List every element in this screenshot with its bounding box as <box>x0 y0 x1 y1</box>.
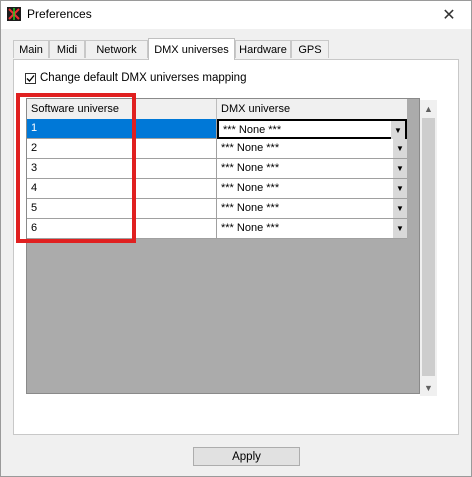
chevron-down-icon[interactable]: ▼ <box>393 139 407 158</box>
dmx-universe-combo[interactable]: *** None *** ▼ <box>217 119 407 140</box>
mapping-checkbox-label: Change default DMX universes mapping <box>40 72 247 84</box>
app-icon <box>7 7 21 21</box>
dmx-universe-combo[interactable]: *** None *** ▼ <box>217 139 407 159</box>
table-row[interactable]: 1 *** None *** ▼ <box>27 119 407 140</box>
title-bar: Preferences ✕ <box>1 1 471 29</box>
table-row[interactable]: 4 *** None *** ▼ <box>27 179 407 199</box>
software-universe-cell[interactable]: 5 <box>27 199 217 219</box>
universe-grid: Software universe DMX universe 1 *** Non… <box>26 98 420 394</box>
scroll-down-icon[interactable]: ▼ <box>420 379 437 396</box>
table-row[interactable]: 3 *** None *** ▼ <box>27 159 407 179</box>
dmx-universe-value: *** None *** <box>221 222 280 234</box>
chevron-down-icon[interactable]: ▼ <box>393 219 407 238</box>
dmx-universe-value: *** None *** <box>221 182 280 194</box>
preferences-window: Preferences ✕ Main Midi Network DMX univ… <box>0 0 472 477</box>
software-universe-cell[interactable]: 3 <box>27 159 217 179</box>
dmx-universe-combo[interactable]: *** None *** ▼ <box>217 159 407 179</box>
dmx-universe-combo[interactable]: *** None *** ▼ <box>217 199 407 219</box>
dmx-universe-combo[interactable]: *** None *** ▼ <box>217 219 407 239</box>
tab-hardware[interactable]: Hardware <box>235 40 291 58</box>
software-universe-cell[interactable]: 1 <box>27 119 217 139</box>
scroll-thumb[interactable] <box>422 118 435 376</box>
tab-midi[interactable]: Midi <box>49 40 85 58</box>
tab-gps[interactable]: GPS <box>291 40 329 58</box>
table-row[interactable]: 6 *** None *** ▼ <box>27 219 407 239</box>
chevron-down-icon[interactable]: ▼ <box>393 159 407 178</box>
dmx-universe-value: *** None *** <box>221 202 280 214</box>
software-universe-cell[interactable]: 4 <box>27 179 217 199</box>
chevron-down-icon[interactable]: ▼ <box>391 121 405 140</box>
software-universe-cell[interactable]: 2 <box>27 139 217 159</box>
tab-dmx-universes[interactable]: DMX universes <box>148 38 235 60</box>
checkmark-icon <box>26 74 35 82</box>
dmx-universe-value: *** None *** <box>221 142 280 154</box>
chevron-down-icon[interactable]: ▼ <box>393 179 407 198</box>
apply-button[interactable]: Apply <box>193 447 300 466</box>
dmx-universes-panel: Change default DMX universes mapping Sof… <box>13 59 459 435</box>
window-title: Preferences <box>27 7 92 21</box>
tab-main[interactable]: Main <box>13 40 49 58</box>
software-universe-cell[interactable]: 6 <box>27 219 217 239</box>
chevron-down-icon[interactable]: ▼ <box>393 199 407 218</box>
dmx-universe-value: *** None *** <box>223 124 282 136</box>
scroll-up-icon[interactable]: ▲ <box>420 100 437 117</box>
close-icon: ✕ <box>442 7 456 24</box>
tab-network[interactable]: Network <box>85 40 148 58</box>
dmx-universe-value: *** None *** <box>221 162 280 174</box>
close-button[interactable]: ✕ <box>427 1 471 29</box>
grid-header: Software universe DMX universe <box>27 99 407 120</box>
grid-scrollbar[interactable]: ▲ ▼ <box>420 100 437 396</box>
dmx-universe-combo[interactable]: *** None *** ▼ <box>217 179 407 199</box>
mapping-checkbox[interactable] <box>25 72 36 84</box>
header-software-universe[interactable]: Software universe <box>27 99 217 119</box>
table-row[interactable]: 5 *** None *** ▼ <box>27 199 407 219</box>
header-dmx-universe[interactable]: DMX universe <box>217 99 407 119</box>
table-row[interactable]: 2 *** None *** ▼ <box>27 139 407 159</box>
mapping-checkbox-row[interactable]: Change default DMX universes mapping <box>25 72 246 84</box>
